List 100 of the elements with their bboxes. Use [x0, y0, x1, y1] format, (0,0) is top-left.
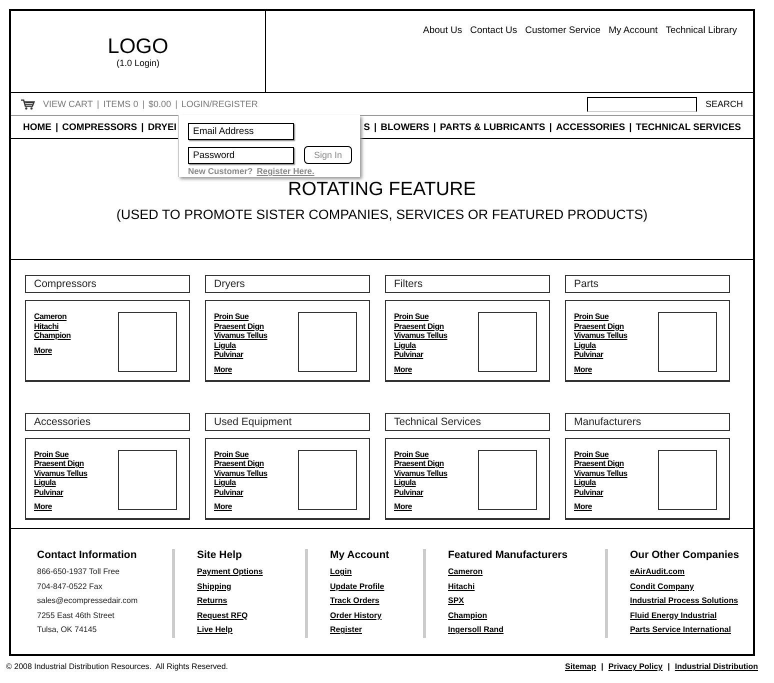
- footer-link[interactable]: Live Help: [197, 623, 295, 638]
- category-link[interactable]: Cameron: [34, 312, 71, 322]
- footer-link[interactable]: Sitemap: [565, 662, 596, 671]
- image-placeholder: [478, 450, 537, 510]
- category-link[interactable]: Vivamus Tellus: [34, 468, 88, 478]
- utility-link[interactable]: ITEMS 0: [103, 99, 138, 109]
- category-link[interactable]: Pulvinar: [394, 488, 448, 497]
- register-link[interactable]: Register Here.: [256, 166, 314, 176]
- more-link[interactable]: More: [574, 364, 628, 374]
- email-field[interactable]: Email Address: [188, 123, 294, 140]
- category-link[interactable]: Vivamus Tellus: [574, 331, 628, 340]
- category-link[interactable]: Ligula: [34, 478, 88, 488]
- separator: |: [549, 122, 552, 132]
- footer-link[interactable]: Order History: [330, 608, 413, 623]
- footer-link[interactable]: Fluid Energy Industrial: [630, 608, 740, 623]
- utility-link[interactable]: $0.00: [148, 99, 172, 109]
- more-link[interactable]: More: [574, 502, 628, 512]
- category-link[interactable]: Vivamus Tellus: [394, 331, 448, 340]
- footer-link[interactable]: eAirAudit.com: [630, 565, 740, 580]
- category-link[interactable]: Proin Sue: [394, 450, 448, 459]
- category-link[interactable]: Ligula: [574, 478, 628, 488]
- nav-link[interactable]: PARTS & LUBRICANTS: [440, 122, 546, 132]
- footer-link[interactable]: Industrial Process Solutions: [630, 594, 740, 608]
- category-link[interactable]: Praesent Dign: [574, 459, 628, 468]
- category-link[interactable]: Vivamus Tellus: [394, 468, 448, 478]
- category-link[interactable]: Proin Sue: [34, 450, 88, 459]
- more-link[interactable]: More: [394, 364, 448, 374]
- image-placeholder: [658, 312, 717, 372]
- footer-link[interactable]: Privacy Policy: [608, 662, 663, 671]
- sign-in-button[interactable]: Sign In: [304, 146, 352, 164]
- password-field[interactable]: Password: [188, 146, 294, 164]
- top-link[interactable]: About Us: [423, 25, 462, 36]
- category-link[interactable]: Pulvinar: [574, 488, 628, 497]
- category-link[interactable]: Proin Sue: [214, 312, 268, 322]
- more-link[interactable]: More: [214, 364, 268, 374]
- category-link[interactable]: Pulvinar: [214, 350, 268, 360]
- more-link[interactable]: More: [34, 346, 71, 355]
- top-link[interactable]: Customer Service: [525, 25, 601, 36]
- more-link[interactable]: More: [394, 502, 448, 512]
- contact-text: sales@ecompressedair.com: [37, 595, 139, 607]
- footer-link[interactable]: Update Profile: [330, 580, 413, 594]
- category-link[interactable]: Praesent Dign: [574, 322, 628, 331]
- category-link[interactable]: Ligula: [214, 340, 268, 350]
- footer-link[interactable]: Returns: [197, 594, 295, 608]
- category-link[interactable]: Pulvinar: [214, 488, 268, 497]
- category-link[interactable]: Vivamus Tellus: [574, 468, 628, 478]
- category-link[interactable]: Praesent Dign: [214, 459, 268, 468]
- category-link[interactable]: Praesent Dign: [394, 322, 448, 331]
- category-link[interactable]: Ligula: [394, 340, 448, 350]
- category-link[interactable]: Praesent Dign: [34, 459, 88, 468]
- category-link[interactable]: Pulvinar: [574, 350, 628, 360]
- category-link[interactable]: Pulvinar: [34, 488, 88, 497]
- footer-link[interactable]: Industrial Distribution: [674, 662, 758, 671]
- category-link[interactable]: Vivamus Tellus: [214, 331, 268, 340]
- footer-link[interactable]: Condit Company: [630, 580, 740, 594]
- nav-link[interactable]: TECHNICAL SERVICES: [636, 122, 741, 132]
- footer-link[interactable]: Hitachi: [448, 580, 595, 594]
- footer-link[interactable]: Payment Options: [197, 565, 295, 580]
- footer-link[interactable]: Ingersoll Rand: [448, 623, 595, 638]
- nav-link[interactable]: BLOWERS: [380, 122, 430, 132]
- category-link[interactable]: Praesent Dign: [394, 459, 448, 468]
- footer-link[interactable]: Request RFQ: [197, 608, 295, 623]
- top-link[interactable]: Technical Library: [666, 25, 737, 36]
- category-link[interactable]: Pulvinar: [394, 350, 448, 360]
- category-link[interactable]: Ligula: [394, 478, 448, 488]
- footer-link[interactable]: Champion: [448, 608, 595, 623]
- category-link[interactable]: Proin Sue: [574, 450, 628, 459]
- nav-link[interactable]: HOME: [23, 122, 52, 132]
- footer-link[interactable]: Login: [330, 565, 413, 580]
- category-link[interactable]: Proin Sue: [394, 312, 448, 322]
- logo: LOGO: [108, 36, 168, 58]
- footer-link[interactable]: Shipping: [197, 580, 295, 594]
- category-link[interactable]: Ligula: [214, 478, 268, 488]
- more-link[interactable]: More: [214, 502, 268, 512]
- footer-link[interactable]: Register: [330, 623, 413, 638]
- top-link[interactable]: Contact Us: [470, 25, 518, 36]
- nav-link[interactable]: S: [364, 122, 370, 132]
- nav-link[interactable]: COMPRESSORS: [62, 122, 138, 132]
- cart-icon[interactable]: [21, 98, 35, 110]
- search-field[interactable]: [587, 96, 698, 112]
- more-link[interactable]: More: [34, 502, 88, 512]
- category-title: Compressors: [25, 275, 190, 293]
- category-link[interactable]: Vivamus Tellus: [214, 468, 268, 478]
- category-link[interactable]: Praesent Dign: [214, 322, 268, 331]
- separator: |: [96, 99, 100, 109]
- nav-link[interactable]: DRYEI: [148, 122, 176, 132]
- category-link[interactable]: Hitachi: [34, 322, 71, 331]
- footer-link[interactable]: Track Orders: [330, 594, 413, 608]
- top-link[interactable]: My Account: [608, 25, 658, 36]
- footer-link[interactable]: Cameron: [448, 565, 595, 580]
- utility-link[interactable]: LOGIN/REGISTER: [181, 99, 258, 109]
- category-link[interactable]: Proin Sue: [214, 450, 268, 459]
- footer-link[interactable]: SPX: [448, 594, 595, 608]
- search-button[interactable]: SEARCH: [705, 99, 743, 109]
- category-link[interactable]: Ligula: [574, 340, 628, 350]
- category-link[interactable]: Champion: [34, 331, 71, 340]
- utility-link[interactable]: VIEW CART: [43, 99, 93, 109]
- nav-link[interactable]: ACCESSORIES: [556, 122, 626, 132]
- category-link[interactable]: Proin Sue: [574, 312, 628, 322]
- footer-link[interactable]: Parts Service International: [630, 623, 740, 638]
